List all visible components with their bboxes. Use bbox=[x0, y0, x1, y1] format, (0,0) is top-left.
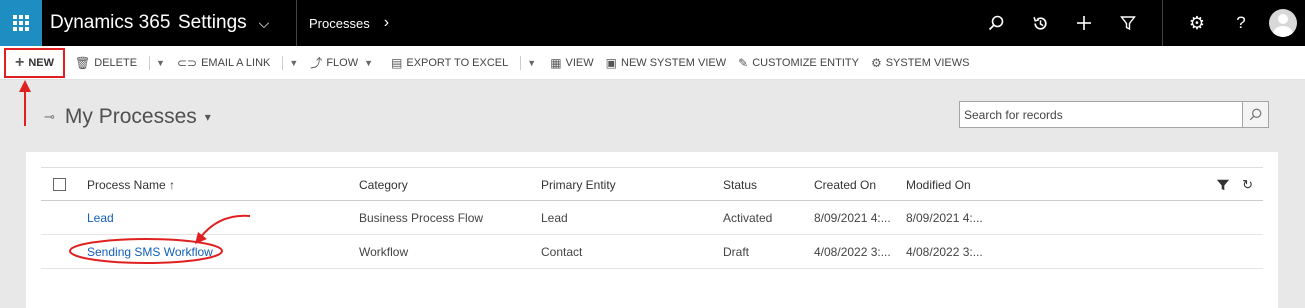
new-label: NEW bbox=[28, 56, 55, 69]
toolbar-divider bbox=[1162, 0, 1163, 46]
created-on-cell: 8/09/2021 4:... bbox=[814, 211, 891, 225]
delete-button[interactable]: 🗑 DELETE bbox=[69, 50, 143, 76]
system-views-button[interactable]: ⚙ SYSTEM VIEWS bbox=[865, 50, 976, 76]
flow-button[interactable]: ⤴ FLOW ▼ bbox=[304, 50, 379, 76]
command-divider bbox=[520, 55, 522, 70]
page-title: My Processes bbox=[64, 105, 197, 128]
export-excel-dropdown[interactable]: ▼ bbox=[527, 58, 536, 68]
filter-icon[interactable] bbox=[1216, 178, 1230, 192]
search-submit-button[interactable] bbox=[1243, 101, 1269, 128]
view-icon: ▦ bbox=[550, 55, 562, 70]
status-cell: Activated bbox=[723, 211, 773, 225]
created-on-cell: 4/08/2022 3:... bbox=[814, 245, 891, 259]
advanced-find-button[interactable] bbox=[1106, 0, 1150, 46]
process-name-link[interactable]: Sending SMS Workflow bbox=[87, 235, 213, 269]
command-bar: + NEW 🗑 DELETE ▼ ⊂⊃ EMAIL A LINK ▼ ⤴ FLO… bbox=[0, 46, 1305, 80]
view-selector[interactable]: ⊸ My Processes ▾ bbox=[44, 105, 211, 129]
email-link-label: EMAIL A LINK bbox=[201, 56, 271, 69]
search-icon bbox=[988, 15, 1004, 31]
category-cell: Workflow bbox=[359, 245, 409, 259]
column-primary-entity[interactable]: Primary Entity bbox=[541, 168, 616, 202]
recent-button[interactable] bbox=[1018, 0, 1062, 46]
column-category[interactable]: Category bbox=[359, 168, 408, 202]
grid-header: Process Name ↑ Category Primary Entity S… bbox=[41, 167, 1263, 201]
help-icon: ? bbox=[1236, 13, 1246, 32]
nav-divider bbox=[296, 0, 297, 46]
chevron-down-icon: ⌵ bbox=[258, 14, 270, 31]
search-input[interactable] bbox=[959, 101, 1243, 128]
email-link-dropdown[interactable]: ▼ bbox=[289, 58, 298, 68]
search-button[interactable] bbox=[974, 0, 1018, 46]
column-created-on[interactable]: Created On bbox=[814, 168, 876, 202]
primary-entity-cell: Lead bbox=[541, 211, 568, 225]
search-icon bbox=[1249, 108, 1262, 121]
flow-label: FLOW bbox=[326, 56, 359, 69]
more-commands-dropdown[interactable]: ▼ bbox=[156, 58, 165, 68]
new-system-view-button[interactable]: ▣ NEW SYSTEM VIEW bbox=[600, 50, 732, 76]
primary-entity-cell: Contact bbox=[541, 245, 583, 259]
view-label: VIEW bbox=[565, 56, 594, 69]
waffle-icon bbox=[13, 15, 29, 31]
process-name-link[interactable]: Lead bbox=[87, 201, 114, 235]
table-row[interactable]: Sending SMS Workflow Workflow Contact Dr… bbox=[41, 235, 1263, 269]
records-grid: Process Name ↑ Category Primary Entity S… bbox=[26, 152, 1278, 308]
plus-icon: + bbox=[15, 53, 25, 71]
top-navigation-bar: Dynamics 365 Settings ⌵ Processes › ⚙ ? bbox=[0, 0, 1305, 46]
select-all-checkbox[interactable] bbox=[53, 178, 66, 191]
command-divider bbox=[282, 55, 284, 70]
delete-label: DELETE bbox=[94, 56, 138, 69]
modified-on-cell: 4/08/2022 3:... bbox=[906, 245, 983, 259]
plus-icon bbox=[1077, 16, 1091, 30]
pin-icon[interactable]: ⊸ bbox=[44, 109, 55, 125]
modified-on-cell: 8/09/2021 4:... bbox=[906, 211, 983, 225]
email-link-button[interactable]: ⊂⊃ EMAIL A LINK bbox=[171, 50, 276, 76]
grid-tools: ↻ bbox=[1216, 168, 1253, 202]
link-icon: ⊂⊃ bbox=[176, 55, 198, 70]
customize-entity-button[interactable]: ✎ CUSTOMIZE ENTITY bbox=[732, 50, 865, 76]
new-system-view-label: NEW SYSTEM VIEW bbox=[621, 56, 727, 69]
area-selector[interactable]: Settings ⌵ bbox=[178, 12, 296, 34]
view-button[interactable]: ▦ VIEW bbox=[544, 50, 599, 76]
create-button[interactable] bbox=[1062, 0, 1106, 46]
breadcrumb[interactable]: Processes › bbox=[309, 14, 389, 32]
app-brand[interactable]: Dynamics 365 bbox=[50, 12, 178, 34]
status-cell: Draft bbox=[723, 245, 750, 259]
help-button[interactable]: ? bbox=[1219, 0, 1263, 46]
export-excel-button[interactable]: ▤ EXPORT TO EXCEL bbox=[385, 50, 514, 76]
customize-entity-label: CUSTOMIZE ENTITY bbox=[752, 56, 859, 69]
category-cell: Business Process Flow bbox=[359, 211, 484, 225]
history-icon bbox=[1032, 16, 1047, 30]
top-toolbar: ⚙ ? bbox=[974, 0, 1305, 46]
customize-icon: ✎ bbox=[738, 55, 749, 70]
settings-button[interactable]: ⚙ bbox=[1175, 0, 1219, 46]
chevron-right-icon: › bbox=[383, 14, 390, 31]
app-launcher-button[interactable] bbox=[0, 0, 42, 46]
column-modified-on[interactable]: Modified On bbox=[906, 168, 971, 202]
table-row[interactable]: Lead Business Process Flow Lead Activate… bbox=[41, 201, 1263, 235]
excel-icon: ▤ bbox=[391, 55, 403, 70]
chevron-down-icon: ▾ bbox=[204, 110, 211, 124]
new-button[interactable]: + NEW bbox=[4, 47, 66, 78]
system-views-label: SYSTEM VIEWS bbox=[885, 56, 970, 69]
trash-icon: 🗑 bbox=[75, 55, 91, 70]
chevron-down-icon: ▼ bbox=[364, 57, 374, 68]
new-view-icon: ▣ bbox=[605, 55, 617, 70]
refresh-icon[interactable]: ↻ bbox=[1242, 177, 1253, 193]
user-avatar[interactable] bbox=[1269, 9, 1297, 37]
column-status[interactable]: Status bbox=[723, 168, 757, 202]
record-search bbox=[959, 101, 1269, 128]
flow-icon: ⤴ bbox=[310, 56, 323, 70]
area-label: Settings bbox=[178, 12, 247, 33]
gear-icon: ⚙ bbox=[870, 55, 882, 70]
column-process-name[interactable]: Process Name ↑ bbox=[87, 168, 175, 202]
filter-icon bbox=[1120, 16, 1136, 31]
command-divider bbox=[149, 55, 151, 70]
export-excel-label: EXPORT TO EXCEL bbox=[406, 56, 509, 69]
breadcrumb-processes: Processes bbox=[309, 15, 370, 31]
gear-icon: ⚙ bbox=[1188, 12, 1206, 33]
